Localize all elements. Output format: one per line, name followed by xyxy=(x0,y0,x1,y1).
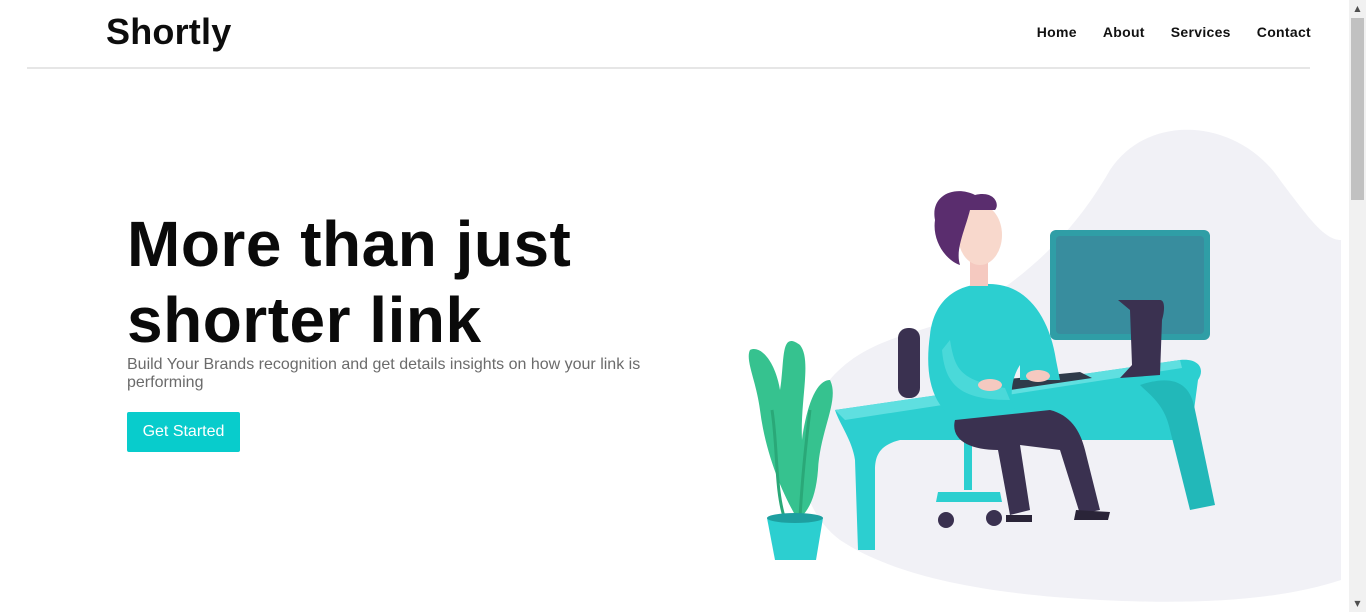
hero-title-line-2: shorter link xyxy=(127,284,482,356)
vertical-scrollbar[interactable]: ▲ ▼ xyxy=(1349,0,1366,612)
nav-link-home[interactable]: Home xyxy=(1037,24,1077,40)
scroll-thumb[interactable] xyxy=(1351,18,1364,200)
nav-link-services[interactable]: Services xyxy=(1171,24,1231,40)
plant-icon xyxy=(748,341,833,560)
scroll-down-arrow-icon[interactable]: ▼ xyxy=(1349,595,1366,612)
hero-title: More than just shorter link xyxy=(127,206,647,358)
background-blob xyxy=(800,129,1341,602)
person-at-desk-illustration xyxy=(748,129,1341,602)
nav-link-about[interactable]: About xyxy=(1103,24,1145,40)
site-logo[interactable]: Shortly xyxy=(106,11,231,53)
nav-link-contact[interactable]: Contact xyxy=(1257,24,1311,40)
hero-subtitle: Build Your Brands recognition and get de… xyxy=(127,356,641,391)
page: Shortly Home About Services Contact More… xyxy=(0,0,1366,612)
site-header: Shortly Home About Services Contact xyxy=(27,0,1311,69)
hero-title-line-1: More than just xyxy=(127,208,572,280)
scroll-up-arrow-icon[interactable]: ▲ xyxy=(1349,0,1366,17)
main-nav: Home About Services Contact xyxy=(1037,24,1311,40)
get-started-button[interactable]: Get Started xyxy=(127,412,240,452)
